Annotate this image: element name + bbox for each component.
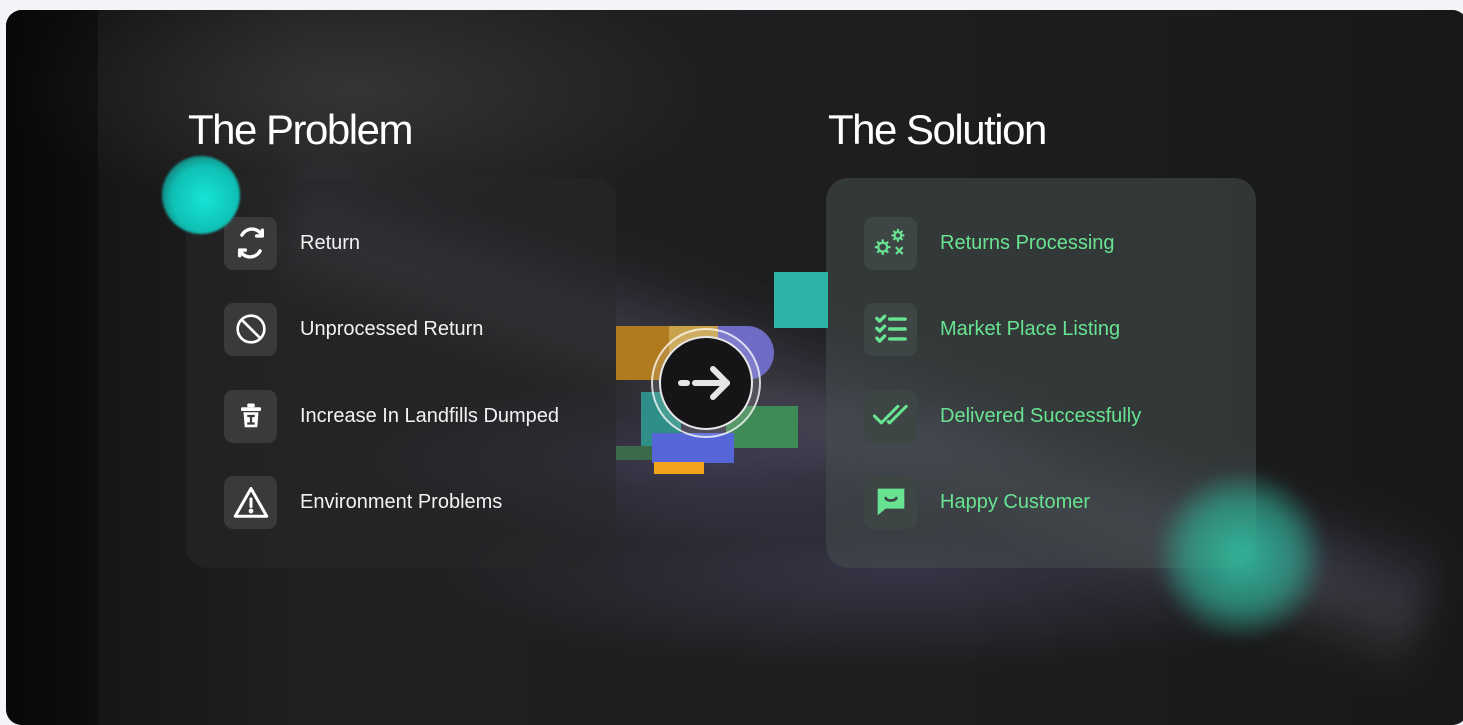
problem-panel: Return Unprocessed Return Increase In La…	[186, 178, 616, 568]
problem-title: The Problem	[188, 106, 413, 153]
warning-icon	[224, 475, 277, 529]
solution-item-label: Returns Processing	[940, 231, 1115, 254]
blue-block	[652, 433, 734, 463]
left-shade	[6, 10, 98, 725]
teal-block	[774, 272, 828, 328]
problem-item-label: Environment Problems	[300, 490, 503, 513]
problem-item-return: Return	[224, 216, 360, 270]
problem-item-label: Return	[300, 231, 361, 254]
solution-item-marketplace: Market Place Listing	[864, 302, 1120, 356]
teal-orb	[162, 156, 240, 234]
double-check-icon	[864, 389, 917, 443]
arrow-right-icon	[659, 336, 753, 430]
problem-item-landfills: Increase In Landfills Dumped	[224, 389, 559, 443]
smile-chat-icon	[864, 475, 917, 529]
solution-item-label: Happy Customer	[940, 490, 1091, 513]
problem-item-label: Unprocessed Return	[300, 317, 484, 340]
solution-item-returns-processing: Returns Processing	[864, 216, 1115, 270]
teal-glow-orb	[1156, 470, 1326, 640]
problem-item-environment: Environment Problems	[224, 475, 502, 529]
solution-title: The Solution	[828, 106, 1047, 153]
solution-item-label: Market Place Listing	[940, 317, 1121, 340]
problem-item-label: Increase In Landfills Dumped	[300, 404, 560, 427]
orange-block	[654, 462, 704, 474]
solution-item-label: Delivered Successfully	[940, 404, 1142, 427]
prohibited-icon	[224, 302, 277, 356]
checklist-icon	[864, 302, 917, 356]
trash-icon	[224, 389, 277, 443]
solution-item-happy-customer: Happy Customer	[864, 475, 1090, 529]
gears-icon	[864, 216, 917, 270]
problem-item-unprocessed: Unprocessed Return	[224, 302, 483, 356]
green-dark-block	[616, 446, 656, 460]
solution-item-delivered: Delivered Successfully	[864, 389, 1141, 443]
refresh-icon	[224, 216, 277, 270]
slide-frame: The Problem Return Unprocessed Return In…	[6, 10, 1463, 725]
